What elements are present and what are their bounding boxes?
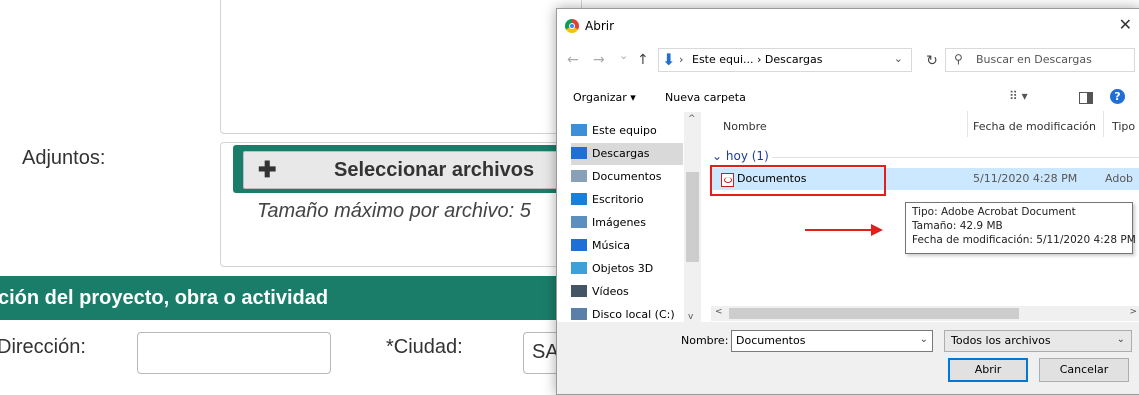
- scroll-right-icon[interactable]: >: [1129, 307, 1137, 317]
- search-placeholder: Buscar en Descargas: [976, 53, 1092, 66]
- highlight-box: [710, 165, 886, 196]
- filename-value: Documentos: [736, 334, 806, 347]
- nav-scroll-thumb[interactable]: [686, 172, 699, 262]
- select-files-button[interactable]: ✚ Seleccionar archivos: [243, 151, 560, 189]
- section-header: ción del proyecto, obra o actividad: [0, 276, 580, 320]
- back-arrow-icon[interactable]: ←: [567, 52, 579, 68]
- open-button[interactable]: Abrir: [948, 358, 1028, 382]
- upper-form-box: [220, 0, 582, 134]
- chrome-icon: [565, 19, 579, 33]
- download-arrow-icon: ⬇: [662, 50, 676, 69]
- nav-item-descargas[interactable]: Descargas: [571, 143, 683, 165]
- images-icon: [571, 216, 587, 228]
- group-header-today[interactable]: ⌄ hoy (1): [712, 149, 769, 163]
- tooltip-size: Tamaño: 42.9 MB: [912, 220, 1003, 232]
- nav-scrollbar[interactable]: ^ v: [684, 112, 701, 324]
- column-date[interactable]: Fecha de modificación: [973, 120, 1096, 133]
- preview-pane-icon[interactable]: [1079, 92, 1093, 104]
- column-separator[interactable]: [967, 111, 968, 137]
- address-path: Este equi... › Descargas: [692, 53, 823, 66]
- city-label: *Ciudad:: [386, 336, 463, 358]
- nav-item-documentos[interactable]: Documentos: [571, 166, 683, 188]
- recent-locations-icon[interactable]: ⌄: [619, 49, 628, 62]
- file-date: 5/11/2020 4:28 PM: [973, 172, 1078, 185]
- nav-item-música[interactable]: Música: [571, 235, 683, 257]
- group-divider: [772, 157, 1139, 158]
- up-arrow-icon[interactable]: ↑: [637, 52, 649, 68]
- nav-item-este-equipo[interactable]: Este equipo: [571, 120, 683, 142]
- close-icon[interactable]: ✕: [1119, 15, 1132, 34]
- scroll-down-icon[interactable]: v: [688, 312, 693, 322]
- objects3d-icon: [571, 262, 587, 274]
- nav-item-objetos-3d[interactable]: Objetos 3D: [571, 258, 683, 280]
- filename-label: Nombre:: [681, 334, 729, 347]
- dialog-title: Abrir: [585, 19, 615, 33]
- download-icon: [571, 147, 587, 159]
- file-type-filter[interactable]: Todos los archivos ⌄: [944, 330, 1132, 352]
- nav-item-label: Música: [592, 239, 631, 252]
- column-type[interactable]: Tipo: [1112, 120, 1135, 133]
- tooltip-type: Tipo: Adobe Acrobat Document: [912, 206, 1076, 218]
- organize-menu[interactable]: Organizar ▾: [573, 91, 636, 104]
- address-dropdown-icon[interactable]: ⌄: [894, 52, 903, 65]
- filename-dropdown-icon[interactable]: ⌄: [920, 334, 928, 345]
- group-label: hoy (1): [725, 149, 769, 163]
- path-chevron-icon: ›: [679, 53, 684, 66]
- red-arrow: [805, 229, 873, 231]
- nav-item-label: Vídeos: [592, 285, 629, 298]
- documents-icon: [571, 170, 587, 182]
- address-input[interactable]: [137, 332, 331, 374]
- red-arrow-head: [871, 224, 883, 236]
- search-box[interactable]: ⚲ Buscar en Descargas: [945, 48, 1135, 72]
- music-icon: [571, 239, 587, 251]
- address-label: Dirección:: [0, 336, 86, 358]
- nav-item-label: Este equipo: [592, 124, 657, 137]
- group-chevron-icon: ⌄: [712, 149, 723, 163]
- nav-item-label: Objetos 3D: [592, 262, 654, 275]
- computer-icon: [571, 124, 587, 136]
- select-files-label: Seleccionar archivos: [334, 159, 535, 181]
- scroll-left-icon[interactable]: <: [715, 307, 723, 317]
- refresh-icon[interactable]: ↻: [921, 50, 943, 72]
- horizontal-scrollbar[interactable]: < >: [711, 306, 1139, 321]
- nav-item-label: Descargas: [592, 147, 650, 160]
- forward-arrow-icon[interactable]: →: [593, 52, 605, 68]
- navigation-pane: Este equipo Descargas Documentos Escritorio…: [557, 112, 702, 324]
- address-bar[interactable]: ⬇ › Este equi... › Descargas ⌄: [658, 48, 912, 72]
- column-separator[interactable]: [1103, 111, 1104, 137]
- drive-icon: [571, 308, 587, 320]
- nav-item-label: Documentos: [592, 170, 662, 183]
- section-header-text: ción del proyecto, obra o actividad: [0, 287, 329, 309]
- nav-item-vídeos[interactable]: Vídeos: [571, 281, 683, 303]
- cancel-button[interactable]: Cancelar: [1039, 358, 1129, 382]
- scroll-up-icon[interactable]: ^: [688, 114, 696, 124]
- nav-item-label: Imágenes: [592, 216, 646, 229]
- nav-item-label: Escritorio: [592, 193, 644, 206]
- column-name[interactable]: Nombre: [723, 120, 767, 133]
- nav-item-escritorio[interactable]: Escritorio: [571, 189, 683, 211]
- new-folder-button[interactable]: Nueva carpeta: [665, 91, 746, 104]
- open-file-dialog: Abrir ✕ ← → ⌄ ↑ ⬇ › Este equi... › Desca…: [556, 8, 1139, 395]
- file-type: Adob: [1105, 172, 1134, 185]
- tooltip-modified: Fecha de modificación: 5/11/2020 4:28 PM: [912, 234, 1136, 246]
- horizontal-scroll-thumb[interactable]: [729, 308, 1019, 319]
- filename-input[interactable]: Documentos ⌄: [731, 330, 933, 352]
- desktop-icon: [571, 193, 587, 205]
- filter-value: Todos los archivos: [951, 334, 1051, 347]
- nav-item-label: Disco local (C:): [592, 308, 675, 321]
- filter-dropdown-icon: ⌄: [1116, 334, 1125, 345]
- views-icon[interactable]: ⠿ ▾: [1009, 89, 1028, 103]
- plus-icon: ✚: [258, 157, 277, 182]
- search-icon: ⚲: [954, 52, 963, 66]
- select-files-container: ✚ Seleccionar archivos: [233, 145, 563, 193]
- max-size-note: Tamaño máximo por archivo: 5: [257, 200, 531, 222]
- help-icon[interactable]: ?: [1110, 89, 1125, 104]
- file-tooltip: Tipo: Adobe Acrobat Document Tamaño: 42.…: [905, 202, 1136, 254]
- dialog-footer: Nombre: Documentos ⌄ Todos los archivos …: [557, 322, 1139, 394]
- videos-icon: [571, 285, 587, 297]
- nav-item-imágenes[interactable]: Imágenes: [571, 212, 683, 234]
- attachments-label: Adjuntos:: [22, 147, 106, 169]
- city-select-value: SA: [532, 341, 559, 363]
